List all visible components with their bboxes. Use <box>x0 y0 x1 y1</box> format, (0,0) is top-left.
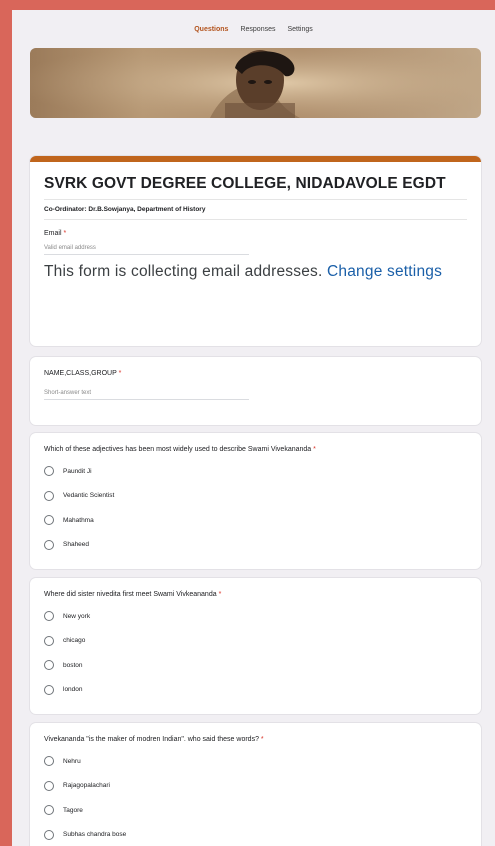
question-text: Which of these adjectives has been most … <box>44 446 312 453</box>
option-item[interactable]: Paundit Ji <box>44 459 467 484</box>
radio-icon[interactable] <box>44 635 54 646</box>
form-title[interactable]: SVRK GOVT DEGREE COLLEGE, NIDADAVOLE EGD… <box>44 174 467 193</box>
option-list: Nehru Rajagopalachari Tagore Subhas chan… <box>44 749 467 846</box>
option-list: Paundit Ji Vedantic Scientist Mahathma S… <box>44 459 467 557</box>
radio-icon[interactable] <box>44 660 54 671</box>
radio-icon[interactable] <box>44 515 54 526</box>
form-title-card: SVRK GOVT DEGREE COLLEGE, NIDADAVOLE EGD… <box>30 156 481 346</box>
form-editor: Questions Responses Settings SVRK GOVT D… <box>12 10 495 846</box>
option-label: Paundit Ji <box>63 467 92 475</box>
option-item[interactable]: Nehru <box>44 749 467 774</box>
option-label: Tagore <box>63 806 83 814</box>
required-marker: * <box>63 230 67 237</box>
question-text: Where did sister nivedita first meet Swa… <box>44 591 217 598</box>
option-label: Rajagopalachari <box>63 782 110 790</box>
option-label: london <box>63 686 83 694</box>
option-item[interactable]: Vedantic Scientist <box>44 484 467 509</box>
radio-icon[interactable] <box>44 780 54 791</box>
email-label-text: Email <box>44 230 62 237</box>
tab-bar: Questions Responses Settings <box>12 10 495 48</box>
option-item[interactable]: Shaheed <box>44 533 467 558</box>
question-text: Vivekananda "is the maker of modren Indi… <box>44 736 259 743</box>
question-card[interactable]: Vivekananda "is the maker of modren Indi… <box>30 723 481 846</box>
option-list: New york chicago boston london <box>44 604 467 702</box>
required-marker: * <box>218 591 222 598</box>
email-field[interactable]: Valid email address <box>44 245 249 255</box>
option-item[interactable]: Tagore <box>44 798 467 823</box>
required-marker: * <box>260 736 264 743</box>
option-item[interactable]: boston <box>44 653 467 678</box>
option-label: New york <box>63 612 91 620</box>
question-label: Which of these adjectives has been most … <box>44 446 467 453</box>
option-item[interactable]: New york <box>44 604 467 629</box>
question-text: NAME,CLASS,GROUP <box>44 370 117 377</box>
form-description[interactable]: Co-Ordinator: Dr.B.Sowjanya, Department … <box>44 206 467 213</box>
option-label: chicago <box>63 637 86 645</box>
option-item[interactable]: Rajagopalachari <box>44 774 467 799</box>
change-settings-link[interactable]: Change settings <box>327 263 442 280</box>
radio-icon[interactable] <box>44 539 54 550</box>
option-item[interactable]: chicago <box>44 629 467 654</box>
short-answer-field[interactable]: Short-answer text <box>44 390 249 400</box>
question-label: Where did sister nivedita first meet Swa… <box>44 591 467 598</box>
radio-icon[interactable] <box>44 829 54 840</box>
option-item[interactable]: Subhas chandra bose <box>44 823 467 846</box>
radio-icon[interactable] <box>44 805 54 816</box>
question-card[interactable]: Which of these adjectives has been most … <box>30 433 481 569</box>
question-card[interactable]: NAME,CLASS,GROUP * Short-answer text <box>30 357 481 425</box>
option-label: Vedantic Scientist <box>63 492 115 500</box>
email-collection-notice: This form is collecting email addresses.… <box>44 262 467 281</box>
option-label: boston <box>63 661 83 669</box>
header-image <box>30 48 481 118</box>
question-label: NAME,CLASS,GROUP * <box>44 370 467 377</box>
option-label: Shaheed <box>63 541 90 549</box>
option-label: Mahathma <box>63 516 94 524</box>
required-marker: * <box>313 446 316 453</box>
tab-questions[interactable]: Questions <box>194 26 228 33</box>
radio-icon[interactable] <box>44 756 54 767</box>
divider <box>44 219 467 220</box>
radio-icon[interactable] <box>44 466 54 477</box>
radio-icon[interactable] <box>44 611 54 622</box>
question-label: Vivekananda "is the maker of modren Indi… <box>44 736 467 743</box>
option-label: Subhas chandra bose <box>63 831 127 839</box>
question-card[interactable]: Where did sister nivedita first meet Swa… <box>30 578 481 714</box>
option-item[interactable]: Mahathma <box>44 508 467 533</box>
tab-settings[interactable]: Settings <box>287 26 312 33</box>
notice-text: This form is collecting email addresses. <box>44 263 323 280</box>
option-label: Nehru <box>63 757 81 765</box>
divider <box>44 199 467 200</box>
radio-icon[interactable] <box>44 684 54 695</box>
radio-icon[interactable] <box>44 490 54 501</box>
tab-responses[interactable]: Responses <box>240 26 275 33</box>
email-label: Email * <box>44 230 467 237</box>
option-item[interactable]: london <box>44 678 467 703</box>
portrait-image <box>30 48 481 118</box>
required-marker: * <box>118 370 122 377</box>
